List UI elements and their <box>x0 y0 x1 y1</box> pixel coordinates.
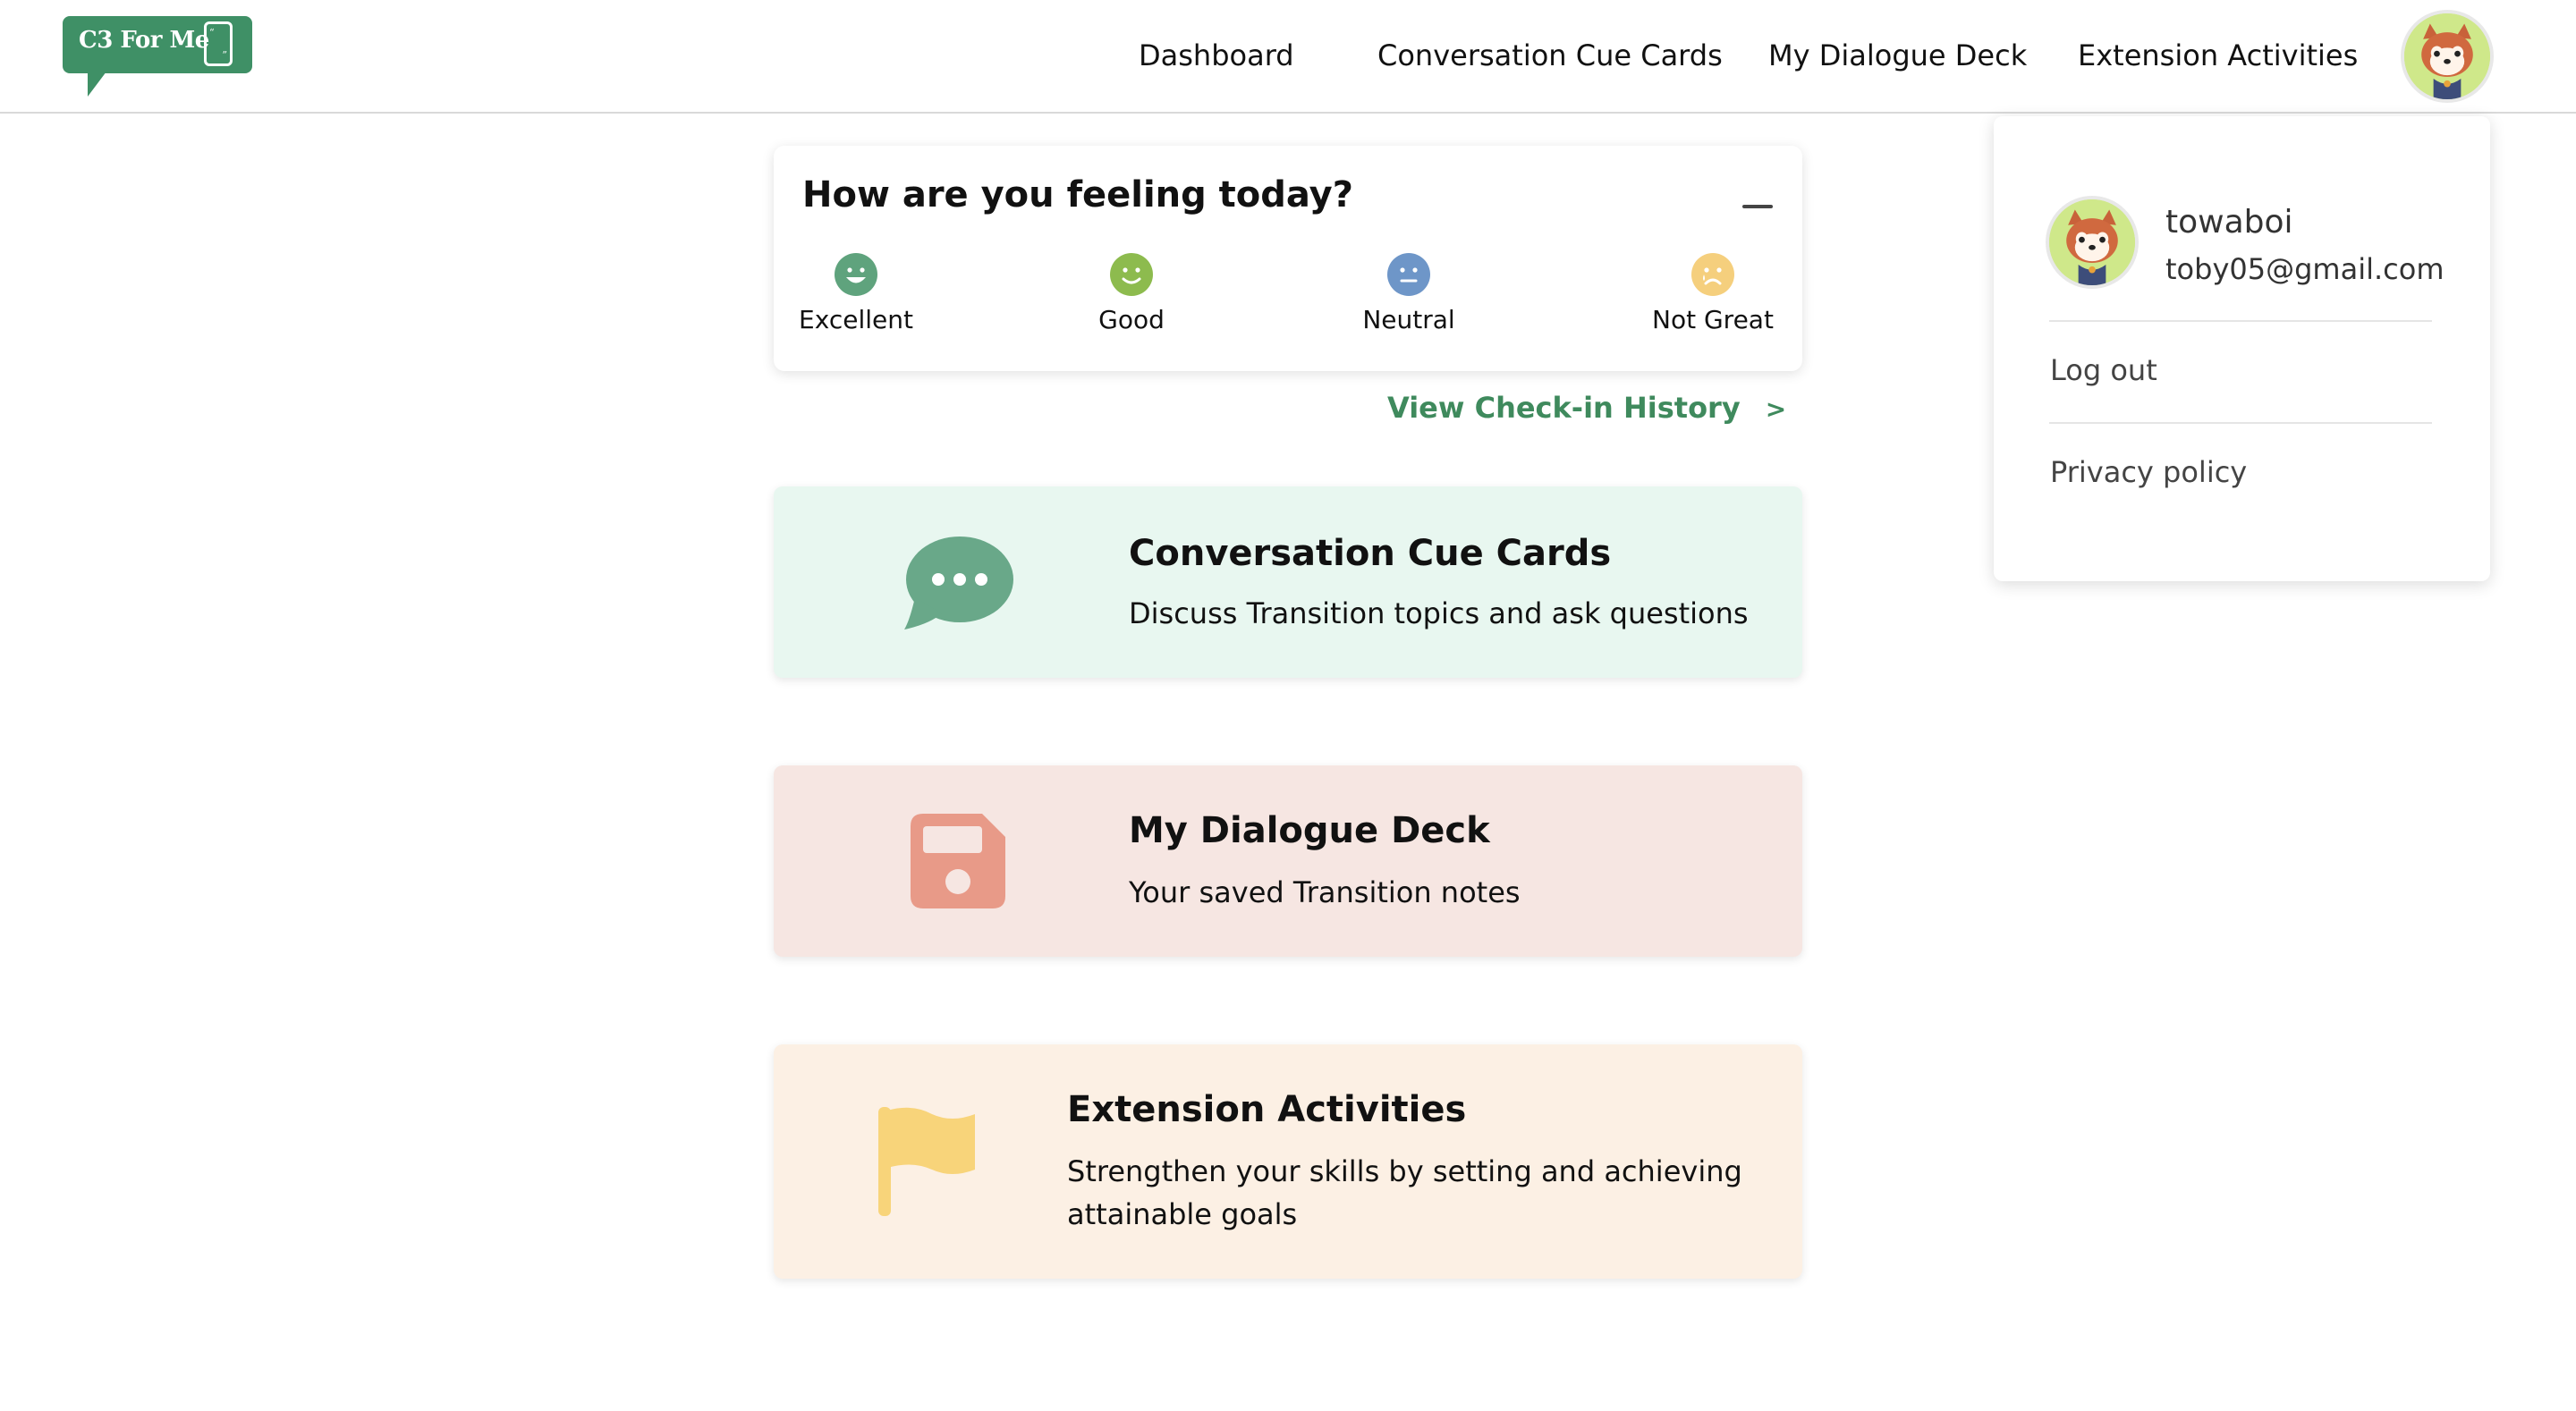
user-menu-dropdown: towaboi toby05@gmail.com Log out Privacy… <box>1994 116 2490 581</box>
card-title: Conversation Cue Cards <box>1129 533 1612 574</box>
red-panda-avatar-icon <box>2049 199 2135 285</box>
mood-label: Neutral <box>1362 305 1455 334</box>
view-checkin-history-link[interactable]: View Check-in History > <box>1387 391 1786 425</box>
card-title: Extension Activities <box>1067 1089 1467 1130</box>
chevron-right-icon: > <box>1765 394 1787 424</box>
logo-speech-bubble: C3 For Me “ ” <box>63 16 252 73</box>
user-avatar-button[interactable] <box>2401 10 2494 103</box>
mood-label: Not Great <box>1652 305 1774 334</box>
nav-dashboard[interactable]: Dashboard <box>1139 38 1294 72</box>
privacy-policy-menu-item[interactable]: Privacy policy <box>2050 455 2247 489</box>
feeling-checkin-card: How are you feeling today? Excellent Goo… <box>774 146 1802 371</box>
logo-phone-icon: “ ” <box>204 21 233 66</box>
card-description: Your saved Transition notes <box>1129 875 1521 909</box>
mood-excellent-button[interactable]: Excellent <box>798 253 914 334</box>
my-dialogue-deck-card[interactable]: My Dialogue Deck Your saved Transition n… <box>774 765 1802 957</box>
nav-extension-activities[interactable]: Extension Activities <box>2078 38 2358 72</box>
mood-not-great-button[interactable]: Not Great <box>1646 253 1780 334</box>
smile-face-icon <box>1110 253 1153 296</box>
conversation-cue-cards-card[interactable]: Conversation Cue Cards Discuss Transitio… <box>774 486 1802 678</box>
extension-activities-card[interactable]: Extension Activities Strengthen your ski… <box>774 1044 1802 1279</box>
top-navigation-bar: C3 For Me “ ” Dashboard Conversation Cue… <box>0 0 2576 114</box>
logo-bubble-tail <box>88 68 109 97</box>
dropdown-divider <box>2049 320 2432 322</box>
flag-icon <box>878 1107 975 1216</box>
red-panda-avatar-icon <box>2404 13 2490 99</box>
dropdown-avatar <box>2046 196 2139 289</box>
neutral-face-icon <box>1387 253 1430 296</box>
dropdown-username: towaboi <box>2165 204 2293 241</box>
card-description: Strengthen your skills by setting and ac… <box>1067 1154 1742 1231</box>
card-description: Discuss Transition topics and ask questi… <box>1129 596 1749 630</box>
mood-label: Good <box>1098 305 1165 334</box>
dropdown-email: toby05@gmail.com <box>2165 252 2445 286</box>
app-logo[interactable]: C3 For Me “ ” <box>63 16 252 97</box>
nav-conversation-cue-cards[interactable]: Conversation Cue Cards <box>1377 38 1723 72</box>
mood-good-button[interactable]: Good <box>1091 253 1172 334</box>
sad-face-icon <box>1691 253 1734 296</box>
card-title: My Dialogue Deck <box>1129 810 1490 851</box>
happy-face-icon <box>835 253 877 296</box>
mood-label: Excellent <box>799 305 913 334</box>
collapse-minus-icon[interactable] <box>1742 205 1773 208</box>
chat-bubble-icon <box>904 537 1013 629</box>
logout-menu-item[interactable]: Log out <box>2050 353 2157 387</box>
mood-neutral-button[interactable]: Neutral <box>1355 253 1462 334</box>
save-disk-icon <box>911 814 1005 908</box>
nav-my-dialogue-deck[interactable]: My Dialogue Deck <box>1768 38 2027 72</box>
logo-text: C3 For Me <box>79 27 209 54</box>
dropdown-divider <box>2049 422 2432 424</box>
history-link-text: View Check-in History <box>1387 391 1741 425</box>
feeling-title: How are you feeling today? <box>802 174 1353 215</box>
